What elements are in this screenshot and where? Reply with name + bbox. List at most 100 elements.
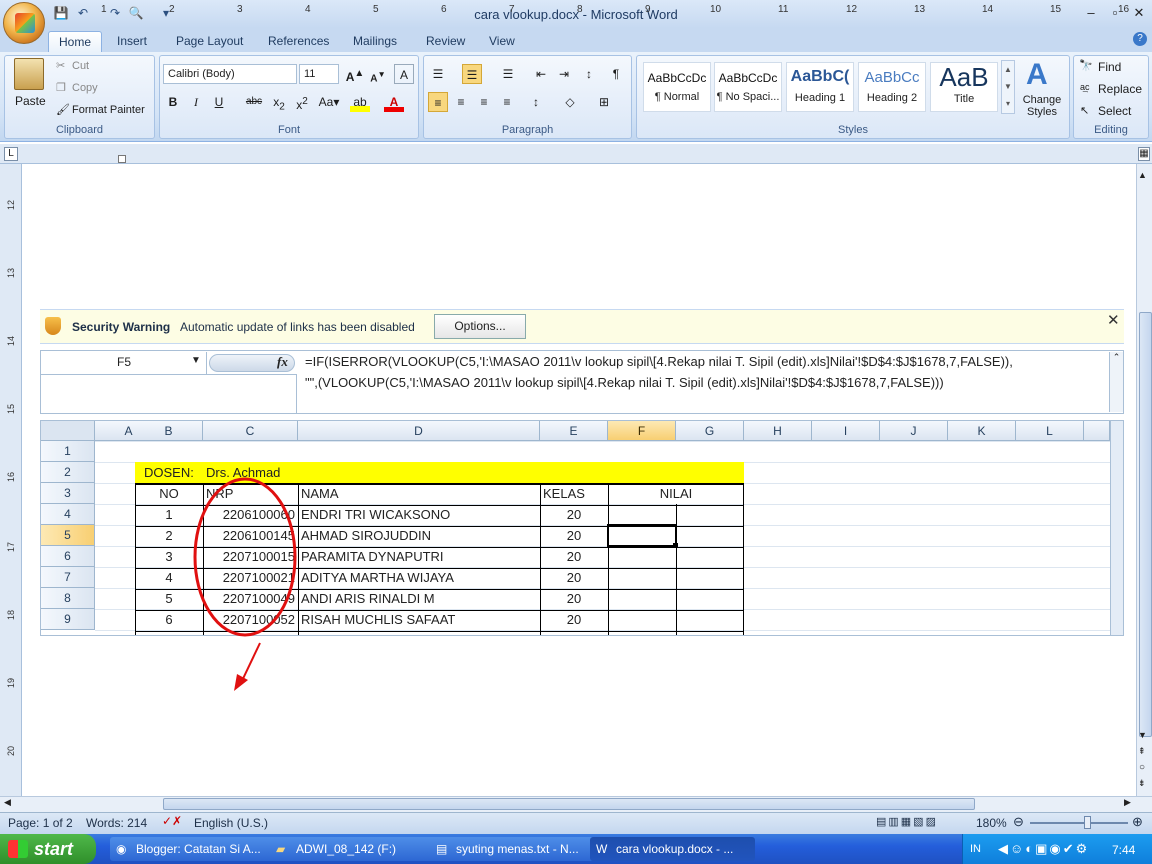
- proofing-icon[interactable]: ✓✗: [162, 814, 182, 828]
- align-center-icon[interactable]: ≡: [451, 92, 471, 112]
- column-header[interactable]: B: [135, 421, 203, 441]
- student-kelas[interactable]: 20: [540, 504, 608, 525]
- scroll-left-icon[interactable]: ◀: [4, 797, 11, 808]
- format-painter-button[interactable]: Format Painter: [72, 104, 145, 116]
- column-header[interactable]: C: [203, 421, 298, 441]
- align-right-icon[interactable]: ≡: [474, 92, 494, 112]
- close-button[interactable]: ✕: [1128, 4, 1150, 22]
- font-size-dropdown[interactable]: 11: [299, 64, 339, 84]
- tab-references[interactable]: References: [258, 31, 339, 52]
- shading-icon[interactable]: ◇: [560, 92, 580, 112]
- row-header[interactable]: 1: [41, 441, 95, 462]
- column-header[interactable]: G: [676, 421, 744, 441]
- grow-font-icon[interactable]: A▲: [345, 64, 365, 84]
- style-normal[interactable]: AaBbCcDc ¶ Normal: [643, 62, 711, 112]
- underline-icon[interactable]: U: [209, 92, 229, 112]
- borders-icon[interactable]: ⊞: [594, 92, 614, 112]
- help-icon[interactable]: ?: [1133, 32, 1147, 46]
- language-indicator[interactable]: IN: [970, 843, 981, 855]
- indent-marker[interactable]: [118, 155, 126, 163]
- student-kelas[interactable]: 20: [540, 567, 608, 588]
- formula-line-1[interactable]: =IF(ISERROR(VLOOKUP(C5,'I:\MASAO 2011\v …: [305, 354, 1013, 369]
- row-header[interactable]: 2: [41, 462, 95, 483]
- show-formatting-icon[interactable]: ¶: [606, 64, 626, 84]
- taskbar-item-notepad[interactable]: syuting menas.txt - N...: [430, 837, 595, 861]
- align-left-icon[interactable]: ≡: [428, 92, 448, 112]
- change-styles-button[interactable]: Change Styles: [1020, 94, 1064, 118]
- save-icon[interactable]: 💾: [53, 5, 69, 21]
- tab-page-layout[interactable]: Page Layout: [166, 31, 253, 52]
- highlight-icon[interactable]: ab: [350, 92, 370, 112]
- header-nilai[interactable]: NILAI: [608, 483, 744, 504]
- row-header-selected[interactable]: 5: [41, 525, 95, 546]
- horizontal-ruler[interactable]: [0, 144, 1152, 164]
- zoom-out-icon[interactable]: ⊖: [1013, 814, 1024, 830]
- font-color-icon[interactable]: A: [384, 92, 404, 112]
- column-header[interactable]: J: [880, 421, 948, 441]
- paste-icon[interactable]: [14, 58, 44, 90]
- column-header-empty[interactable]: [1084, 421, 1110, 441]
- italic-icon[interactable]: I: [186, 92, 206, 112]
- prev-page-icon[interactable]: ⇞: [1138, 746, 1146, 757]
- line-spacing-icon[interactable]: ↕: [526, 92, 546, 112]
- row-header[interactable]: 9: [41, 609, 95, 630]
- page-count[interactable]: Page: 1 of 2: [8, 816, 73, 830]
- dosen-label[interactable]: DOSEN:: [141, 462, 197, 483]
- tab-view[interactable]: View: [479, 31, 525, 52]
- taskbar-item-word[interactable]: cara vlookup.docx - ...: [590, 837, 755, 861]
- row-header[interactable]: 7: [41, 567, 95, 588]
- redo-icon[interactable]: ↷: [107, 5, 123, 21]
- row-header[interactable]: 8: [41, 588, 95, 609]
- name-box-dropdown-icon[interactable]: ▼: [191, 355, 201, 366]
- select-all-corner[interactable]: [41, 421, 95, 441]
- sheet-vertical-scrollbar[interactable]: [1110, 421, 1123, 635]
- paste-button[interactable]: Paste: [15, 94, 46, 108]
- scroll-thumb[interactable]: [1139, 312, 1152, 737]
- change-case-icon[interactable]: Aa▾: [316, 92, 342, 112]
- style-no-spacing[interactable]: AaBbCcDc ¶ No Spaci...: [714, 62, 782, 112]
- style-heading-2[interactable]: AaBbCc Heading 2: [858, 62, 926, 112]
- office-button[interactable]: [3, 2, 45, 44]
- bold-icon[interactable]: B: [163, 92, 183, 112]
- browse-object-icon[interactable]: ○: [1139, 762, 1145, 773]
- student-kelas[interactable]: 20: [540, 525, 608, 546]
- column-header[interactable]: D: [298, 421, 540, 441]
- student-nama[interactable]: RISAH MUCHLIS SAFAAT: [298, 609, 458, 630]
- tab-mailings[interactable]: Mailings: [343, 31, 407, 52]
- style-title[interactable]: AaB Title: [930, 62, 998, 112]
- formula-scrollbar[interactable]: ⌃: [1109, 352, 1123, 412]
- decrease-indent-icon[interactable]: ⇤: [531, 64, 551, 84]
- column-header[interactable]: H: [744, 421, 812, 441]
- find-icon[interactable]: 🔭: [1079, 59, 1093, 72]
- row-header[interactable]: 3: [41, 483, 95, 504]
- column-header[interactable]: K: [948, 421, 1016, 441]
- student-kelas[interactable]: 20: [540, 588, 608, 609]
- student-nama[interactable]: AHMAD SIROJUDDIN: [298, 525, 434, 546]
- zoom-slider[interactable]: [1030, 822, 1128, 824]
- student-kelas[interactable]: 20: [540, 546, 608, 567]
- justify-icon[interactable]: ≡: [497, 92, 517, 112]
- zoom-slider-thumb[interactable]: [1084, 816, 1091, 829]
- hscroll-thumb[interactable]: [163, 798, 975, 810]
- taskbar-item-blogger[interactable]: Blogger: Catatan Si A...: [110, 837, 275, 861]
- clear-formatting-icon[interactable]: A: [394, 64, 414, 84]
- language[interactable]: English (U.S.): [194, 816, 268, 830]
- undo-icon[interactable]: ↶: [75, 5, 91, 21]
- styles-scroll[interactable]: ▲ ▼ ▾: [1001, 60, 1015, 114]
- scroll-right-icon[interactable]: ▶: [1124, 797, 1131, 808]
- cut-button[interactable]: Cut: [72, 60, 89, 72]
- numbering-icon[interactable]: ☰: [462, 64, 482, 84]
- view-ruler-icon[interactable]: ▦: [1138, 147, 1150, 161]
- column-header[interactable]: L: [1016, 421, 1084, 441]
- zoom-level[interactable]: 180%: [976, 816, 1007, 830]
- minimize-button[interactable]: –: [1080, 4, 1102, 22]
- change-styles-icon[interactable]: A: [1026, 58, 1048, 92]
- student-nama[interactable]: ANDI ARIS RINALDI M: [298, 588, 438, 609]
- zoom-in-icon[interactable]: ⊕: [1132, 814, 1143, 830]
- student-kelas[interactable]: 20: [540, 609, 608, 630]
- tab-insert[interactable]: Insert: [107, 31, 157, 52]
- superscript-icon[interactable]: x2: [292, 92, 312, 112]
- next-page-icon[interactable]: ⇟: [1138, 778, 1146, 789]
- replace-button[interactable]: Replace: [1098, 82, 1142, 96]
- select-button[interactable]: Select: [1098, 104, 1131, 118]
